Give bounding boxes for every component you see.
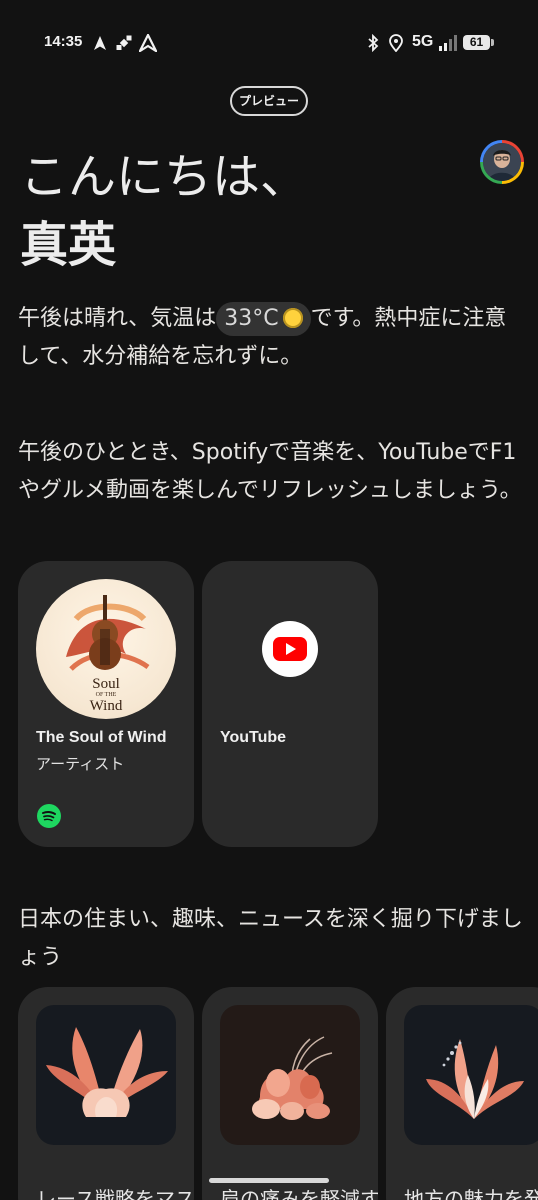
battery-tip <box>491 39 494 46</box>
network-label: 5G <box>412 33 434 50</box>
preview-badge[interactable]: プレビュー <box>230 86 308 116</box>
status-time: 14:35 <box>44 33 83 50</box>
user-name: 真英 <box>20 217 117 273</box>
satellite-icon <box>116 35 132 50</box>
cover-title-1: Soul <box>92 676 120 692</box>
temperature-value: 33°C <box>224 306 279 331</box>
signal-icon <box>439 35 457 51</box>
app-screen: 14:35 5G 61 プレビュー こんにちは、 真英 午後は晴れ、気温は 33° <box>0 0 538 1200</box>
topic-illustration <box>404 1005 538 1145</box>
card-title: YouTube <box>220 729 287 746</box>
status-bar: 14:35 5G 61 <box>0 0 538 88</box>
temperature-chip[interactable]: 33°C <box>216 302 311 336</box>
suggestion-text-topics: 日本の住まい、趣味、ニュースを深く掘り下げましょう <box>18 907 523 970</box>
cover-title-2: Wind <box>89 698 123 714</box>
topic-card[interactable]: 肩の痛みを軽減す <box>202 987 378 1200</box>
greeting-text: こんにちは、 <box>20 149 309 205</box>
topic-illustration <box>36 1005 176 1145</box>
maps-icon <box>139 34 157 52</box>
topic-title: 肩の痛みを軽減す <box>220 1187 378 1200</box>
account-avatar[interactable] <box>480 140 524 184</box>
bluetooth-icon <box>368 34 379 52</box>
topic-card[interactable]: レース戦略をマス <box>18 987 194 1200</box>
youtube-card[interactable]: YouTube <box>202 561 378 847</box>
location-icon <box>389 34 403 52</box>
avatar-photo <box>483 143 521 181</box>
topic-title: 地方の魅力を発見 <box>404 1187 538 1200</box>
topic-title: レース戦略をマス <box>36 1187 194 1200</box>
card-subtitle: アーティスト <box>36 755 125 773</box>
gesture-home-bar[interactable] <box>209 1178 329 1183</box>
topic-illustration <box>220 1005 360 1145</box>
battery-indicator: 61 <box>463 35 490 50</box>
weather-text-before: 午後は晴れ、気温は <box>18 306 217 331</box>
youtube-icon <box>262 621 318 677</box>
spotify-icon <box>37 804 61 828</box>
weather-summary: 午後は晴れ、気温は 33°C です。熱中症に注意して、水分補給を忘れずに。 <box>18 300 518 376</box>
navigation-arrow-icon <box>94 36 106 50</box>
topic-card[interactable]: 地方の魅力を発見 <box>386 987 538 1200</box>
album-cover: Soul OF THE Wind <box>36 579 176 719</box>
card-title: The Soul of Wind <box>36 729 167 746</box>
sun-icon <box>282 308 303 328</box>
suggestion-text-media: 午後のひととき、Spotifyで音楽を、YouTubeでF1やグルメ動画を楽しん… <box>18 440 522 503</box>
music-card[interactable]: Soul OF THE Wind The Soul of Wind アーティスト <box>18 561 194 847</box>
